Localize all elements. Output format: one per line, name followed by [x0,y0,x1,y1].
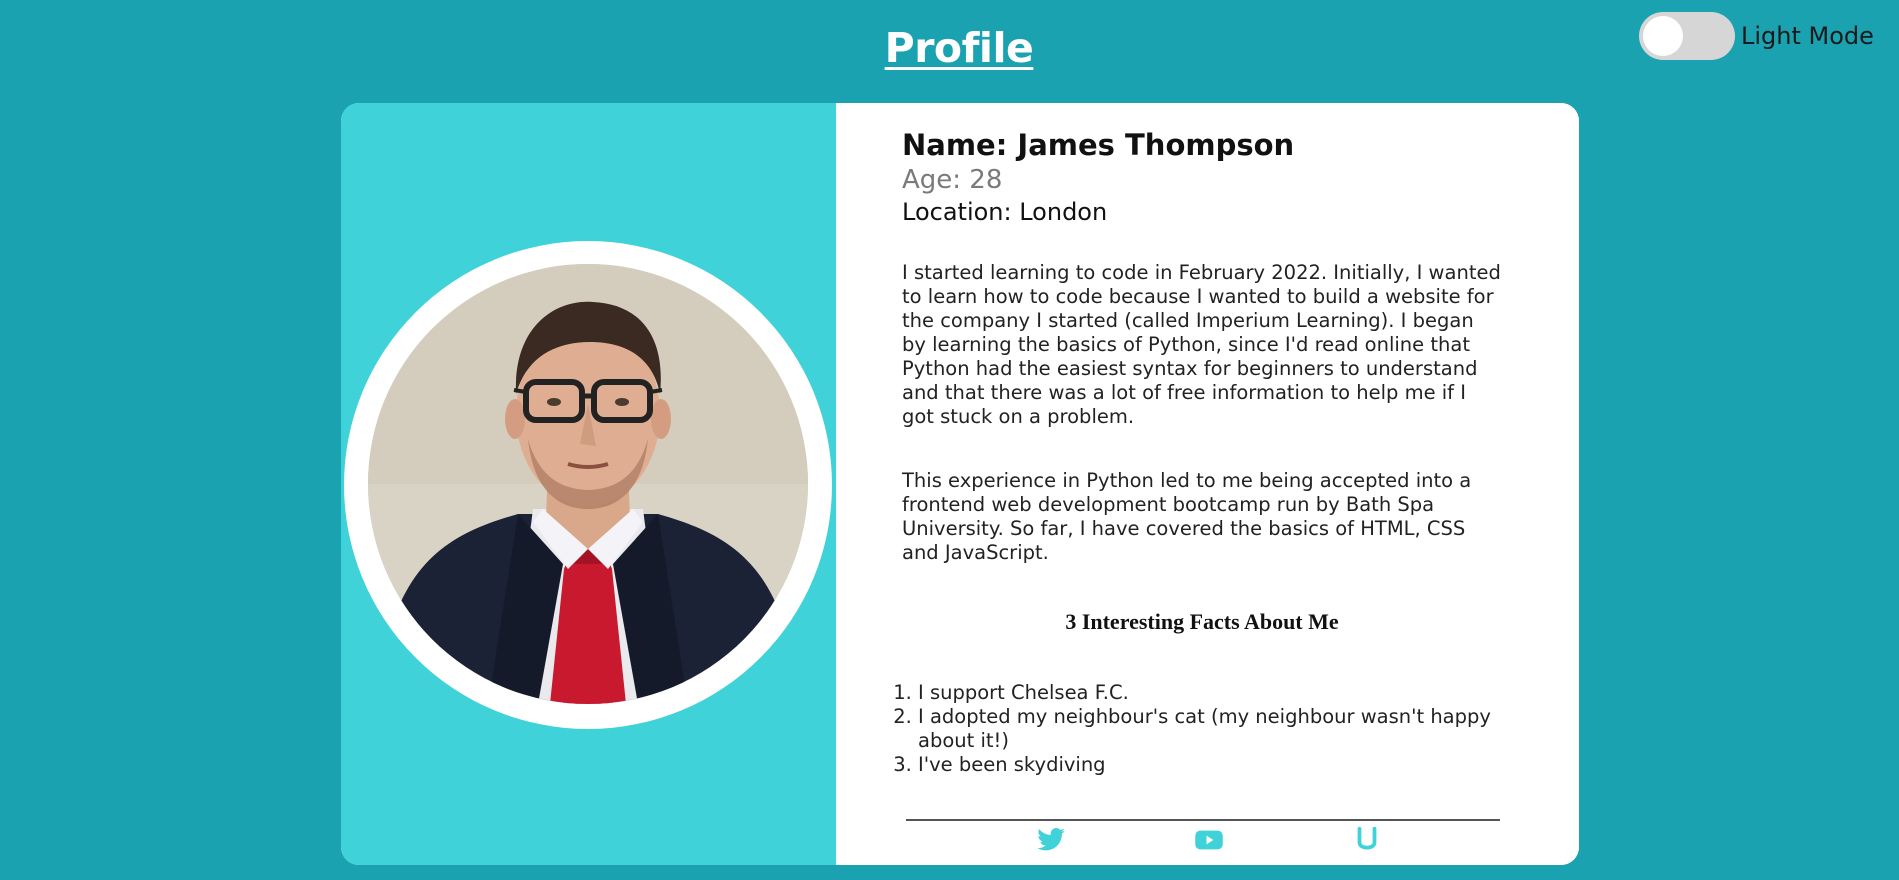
photo-panel [341,103,836,865]
list-item: I adopted my neighbour's cat (my neighbo… [918,705,1502,753]
bio-paragraph: I started learning to code in February 2… [902,261,1501,428]
profile-location: Location: London [902,198,1108,226]
youtube-icon[interactable] [1192,825,1226,855]
toggle-label: Light Mode [1741,22,1874,50]
page-title: Profile [884,24,1034,72]
profile-card: Name: James Thompson Age: 28 Location: L… [341,103,1579,865]
light-mode-toggle[interactable]: Light Mode [1639,12,1874,60]
bio-paragraph: This experience in Python led to me bein… [902,469,1472,564]
facts-heading: 3 Interesting Facts About Me [1065,609,1339,634]
social-divider [906,819,1500,821]
profile-name: Name: James Thompson [902,128,1295,162]
toggle-knob [1643,16,1683,56]
facts-list: I support Chelsea F.C. I adopted my neig… [902,681,1502,777]
profile-age: Age: 28 [902,165,1003,195]
info-panel: Name: James Thompson Age: 28 Location: L… [836,103,1579,865]
profile-details: Name: James Thompson Age: 28 Location: L… [902,127,1502,777]
profile-photo [368,264,808,704]
list-item: I've been skydiving [918,753,1502,777]
udemy-icon[interactable] [1350,825,1384,855]
twitter-icon[interactable] [1034,825,1068,855]
toggle-switch[interactable] [1639,12,1735,60]
portrait-illustration [368,264,808,704]
list-item: I support Chelsea F.C. [918,681,1502,705]
